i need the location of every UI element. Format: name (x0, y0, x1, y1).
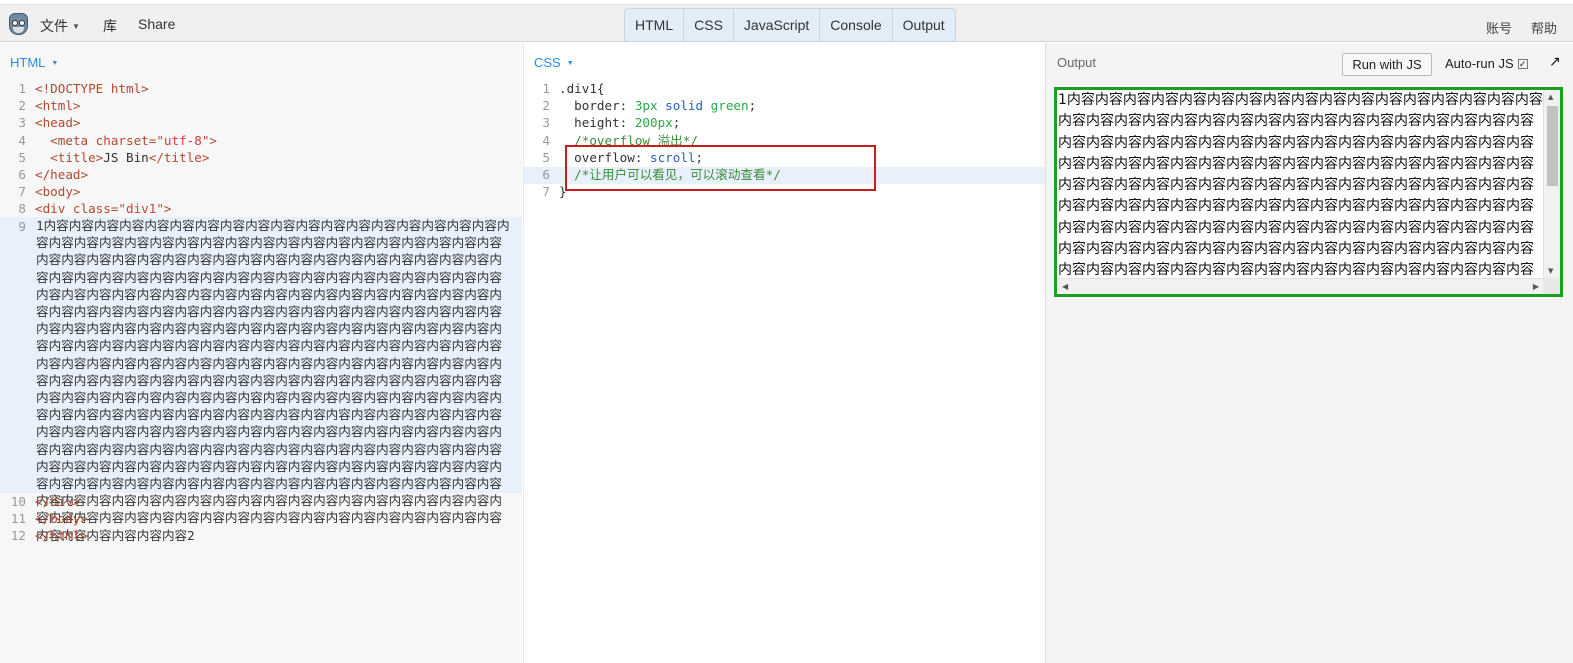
line-number: 3 (542, 115, 550, 131)
line-number: 3 (18, 115, 26, 131)
code-token: ; (672, 115, 681, 131)
css-panel-label[interactable]: CSS ▼ (534, 55, 574, 70)
line-number: 8 (18, 201, 26, 217)
tab-javascript[interactable]: JavaScript (734, 9, 821, 41)
scrollbar-corner (1543, 278, 1560, 294)
jsbin-logo-icon[interactable] (9, 13, 28, 35)
line-number: 5 (18, 149, 26, 165)
horizontal-scrollbar[interactable]: ◀ ▶ (1057, 278, 1544, 294)
line-number: 1 (542, 81, 550, 96)
code-token: 3px (634, 98, 658, 114)
line-number: 7 (542, 184, 550, 200)
share-menu[interactable]: Share (138, 16, 175, 32)
line-number: 4 (542, 132, 550, 148)
popout-icon[interactable]: ↗ (1549, 54, 1561, 70)
code-token: <html> (35, 98, 81, 114)
html-editor-panel: HTML ▼ 1 <!DOCTYPE html> 2 <html> 3 <head> 4… (0, 43, 522, 663)
chevron-down-icon: ▼ (51, 60, 59, 67)
output-panel-label: Output (1057, 55, 1097, 70)
code-token: "utf-8" (156, 132, 210, 148)
line-number: 2 (542, 98, 550, 114)
tab-output[interactable]: Output (893, 9, 955, 41)
file-menu[interactable]: 文件 ▼ (40, 16, 80, 36)
panel-tabs: HTML CSS JavaScript Console Output (624, 8, 956, 42)
code-token: <meta charset= (50, 132, 157, 148)
code-token: </div> (35, 494, 81, 509)
tab-css[interactable]: CSS (684, 9, 734, 41)
div1-content: 1内容内容内容内容内容内容内容内容内容内容内容内容内容内容内容内容内容内容内容内… (1058, 92, 1543, 278)
code-token: <body> (35, 184, 81, 200)
code-token: </html> (35, 528, 89, 544)
code-token: </head> (35, 166, 89, 182)
line-number: 11 (10, 511, 26, 527)
line-number: 4 (18, 132, 26, 148)
code-token: > (163, 201, 172, 217)
vertical-scrollbar[interactable]: ▲ ▼ (1543, 90, 1560, 278)
html-panel-label[interactable]: HTML ▼ (10, 55, 58, 70)
autorun-toggle[interactable]: Auto-run JS ✓ (1445, 56, 1528, 71)
library-menu[interactable]: 库 (103, 16, 117, 36)
run-with-js-button[interactable]: Run with JS (1342, 53, 1432, 76)
line-number: 6 (542, 166, 550, 182)
html-code-tail[interactable]: 10 </div> 11 </body> 12 </html> (0, 493, 522, 545)
code-token: JS Bin (103, 149, 149, 165)
code-token: border: (574, 98, 635, 114)
code-token: <!DOCTYPE html> (35, 81, 149, 96)
line-number: 5 (542, 149, 550, 165)
code-token: </body> (35, 511, 89, 527)
output-panel: Output Run with JS Auto-run JS ✓ ↗ 1内容内容内… (1045, 43, 1573, 663)
code-token: height: (574, 115, 635, 131)
line-number: 9 (18, 218, 26, 234)
line-number: 2 (18, 98, 26, 114)
scroll-left-icon[interactable]: ◀ (1062, 282, 1068, 291)
code-token: .div1{ (559, 81, 605, 96)
help-link[interactable]: 帮助 (1531, 18, 1557, 37)
annotation-highlight-box (565, 145, 876, 191)
code-token: solid (657, 98, 711, 114)
line-number: 6 (18, 166, 26, 182)
line-number: 10 (10, 494, 26, 509)
code-token: 200px (634, 115, 673, 131)
div1-output-box[interactable]: 1内容内容内容内容内容内容内容内容内容内容内容内容内容内容内容内容内容内容内容内… (1054, 87, 1563, 297)
css-editor-panel: CSS ▼ 1 .div1{ 2 border: 3px solid green; … (523, 43, 1046, 663)
tab-console[interactable]: Console (820, 9, 893, 41)
account-link[interactable]: 账号 (1486, 18, 1512, 37)
checkbox-icon[interactable]: ✓ (1517, 59, 1528, 69)
scroll-thumb[interactable] (1547, 106, 1558, 186)
scroll-down-icon[interactable]: ▼ (1548, 267, 1553, 275)
code-token: <head> (35, 115, 81, 131)
scroll-up-icon[interactable]: ▲ (1548, 93, 1553, 101)
top-bar: 文件 ▼ 库 Share HTML CSS JavaScript Console … (0, 4, 1573, 42)
html-code[interactable]: 1 <!DOCTYPE html> 2 <html> 3 <head> 4 <meta… (0, 80, 522, 235)
line-number: 7 (18, 184, 26, 200)
code-token: <title> (50, 149, 104, 165)
line-number: 12 (10, 528, 26, 544)
code-token: <div class= (35, 201, 119, 217)
code-token: </title> (148, 149, 210, 165)
code-token: > (209, 132, 217, 148)
chevron-down-icon: ▼ (72, 22, 80, 31)
scroll-right-icon[interactable]: ▶ (1533, 282, 1539, 291)
code-token: "div1" (118, 201, 164, 217)
chevron-down-icon: ▼ (566, 60, 574, 67)
code-token: ; (748, 98, 757, 114)
code-token: green (710, 98, 749, 114)
tab-html[interactable]: HTML (625, 9, 685, 41)
line-number: 1 (18, 81, 26, 96)
